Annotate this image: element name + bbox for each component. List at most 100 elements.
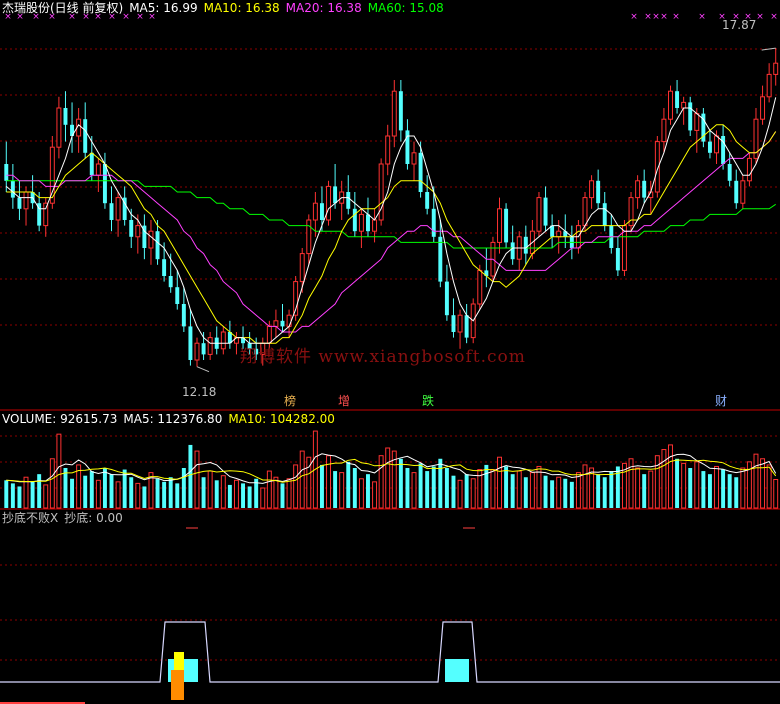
event-tag-die[interactable]: 跌 <box>420 394 436 408</box>
candle-body <box>707 141 712 153</box>
candle-body <box>536 197 542 232</box>
candle-body <box>358 213 364 232</box>
signal-marker: × <box>652 12 660 22</box>
candle-body <box>366 214 370 232</box>
event-tag-zeng[interactable]: 增 <box>336 394 352 408</box>
event-tag-cai[interactable]: 财 <box>713 394 729 408</box>
volume-bar <box>681 462 687 509</box>
candle-body <box>746 157 752 182</box>
volume-bar <box>596 474 601 508</box>
candle-body <box>352 208 357 232</box>
volume-bar <box>233 479 239 509</box>
volume-bar <box>339 472 345 509</box>
volume-bar <box>431 466 436 508</box>
volume-bar <box>214 480 219 508</box>
volume-bar <box>378 455 384 509</box>
volume-bar <box>299 450 305 509</box>
candle-body <box>333 186 338 204</box>
watermark: 翔博软件 www.xiangbosoft.com <box>240 347 526 367</box>
indicator-panel-header: 抄底不败X 抄底: 0.00 <box>2 511 129 525</box>
candle-body <box>457 314 463 333</box>
candle-body <box>115 197 121 221</box>
volume-bar <box>668 444 673 509</box>
ma5-label: MA5: 16.99 <box>129 1 198 15</box>
volume-bar <box>648 470 654 509</box>
candle-body <box>109 203 114 220</box>
candle-body <box>694 113 700 131</box>
volume-bar <box>654 455 660 509</box>
candle-body <box>129 220 134 237</box>
volume-bar <box>280 483 285 508</box>
volume-bar <box>642 474 647 508</box>
high-pointer <box>761 47 776 51</box>
volume-bar <box>346 461 351 508</box>
indicator-signal-line <box>0 621 780 683</box>
high-price-label: 17.87 <box>722 18 757 32</box>
candle-body <box>727 164 732 181</box>
volume-bar <box>766 464 772 509</box>
volume-bar <box>740 467 746 509</box>
volume-bar <box>43 484 49 509</box>
volume-bar <box>727 474 732 508</box>
volume-bar <box>569 481 574 508</box>
volume-bar <box>241 483 246 508</box>
volume-bar <box>17 486 22 508</box>
volume-bar <box>70 478 75 508</box>
candle-body <box>148 230 154 249</box>
candle-body <box>675 91 680 108</box>
candle-body <box>760 96 766 120</box>
volume-bar <box>714 465 719 509</box>
volume-bar <box>510 474 515 508</box>
volume-bar <box>609 471 614 508</box>
candle-body <box>43 202 49 227</box>
low-price-label: 12.18 <box>182 385 217 399</box>
candle-body <box>497 208 502 243</box>
volume-panel-header: VOLUME: 92615.73 MA5: 112376.80 MA10: 1042… <box>2 412 341 426</box>
volume-bar <box>635 467 641 509</box>
volume-bar <box>194 450 200 509</box>
candle-body <box>451 315 456 332</box>
candle-body <box>444 281 449 316</box>
volume-bar <box>49 458 55 509</box>
volume-bar <box>529 472 535 509</box>
volume-bar <box>83 475 88 508</box>
event-tag-bang[interactable]: 榜 <box>282 394 298 408</box>
volume-bar <box>333 471 338 508</box>
candle-body <box>543 197 548 226</box>
candle-body <box>464 315 469 338</box>
volume-bar <box>484 464 489 508</box>
volume-bar <box>372 481 378 509</box>
candle-body <box>168 276 173 288</box>
candle-body <box>740 180 746 204</box>
volume-bar <box>721 469 726 508</box>
indicator-block <box>445 659 469 682</box>
volume-bar <box>602 477 607 508</box>
volume-bar <box>556 476 562 509</box>
candle-body <box>10 180 15 198</box>
volume-bar <box>694 461 700 509</box>
main-panel-header: 杰瑞股份(日线 前复权) MA5: 16.99 MA10: 16.38 MA20: 1… <box>2 1 450 15</box>
volume-ma10-label: MA10: 104282.00 <box>228 412 335 426</box>
candle-body <box>668 90 673 120</box>
candle-body <box>346 192 351 209</box>
volume-bar <box>661 449 667 509</box>
candle-body <box>510 242 515 260</box>
ma10-label: MA10: 16.38 <box>203 1 280 15</box>
candle-body <box>175 287 180 304</box>
volume-bar <box>490 469 496 509</box>
volume-bar <box>188 444 193 508</box>
volume-bar <box>504 466 509 508</box>
indicator-block <box>171 670 184 700</box>
candle-body <box>766 73 772 98</box>
volume-bar <box>444 468 449 508</box>
volume-bar <box>543 475 548 508</box>
volume-bar <box>773 479 779 509</box>
candle-body <box>89 152 94 176</box>
volume-bar <box>10 483 15 508</box>
volume-bar <box>63 468 68 508</box>
candle-body <box>681 101 687 109</box>
candle-body <box>201 343 206 355</box>
volume-bar <box>273 476 279 509</box>
candle-body <box>602 203 607 226</box>
volume-bar <box>405 468 410 508</box>
